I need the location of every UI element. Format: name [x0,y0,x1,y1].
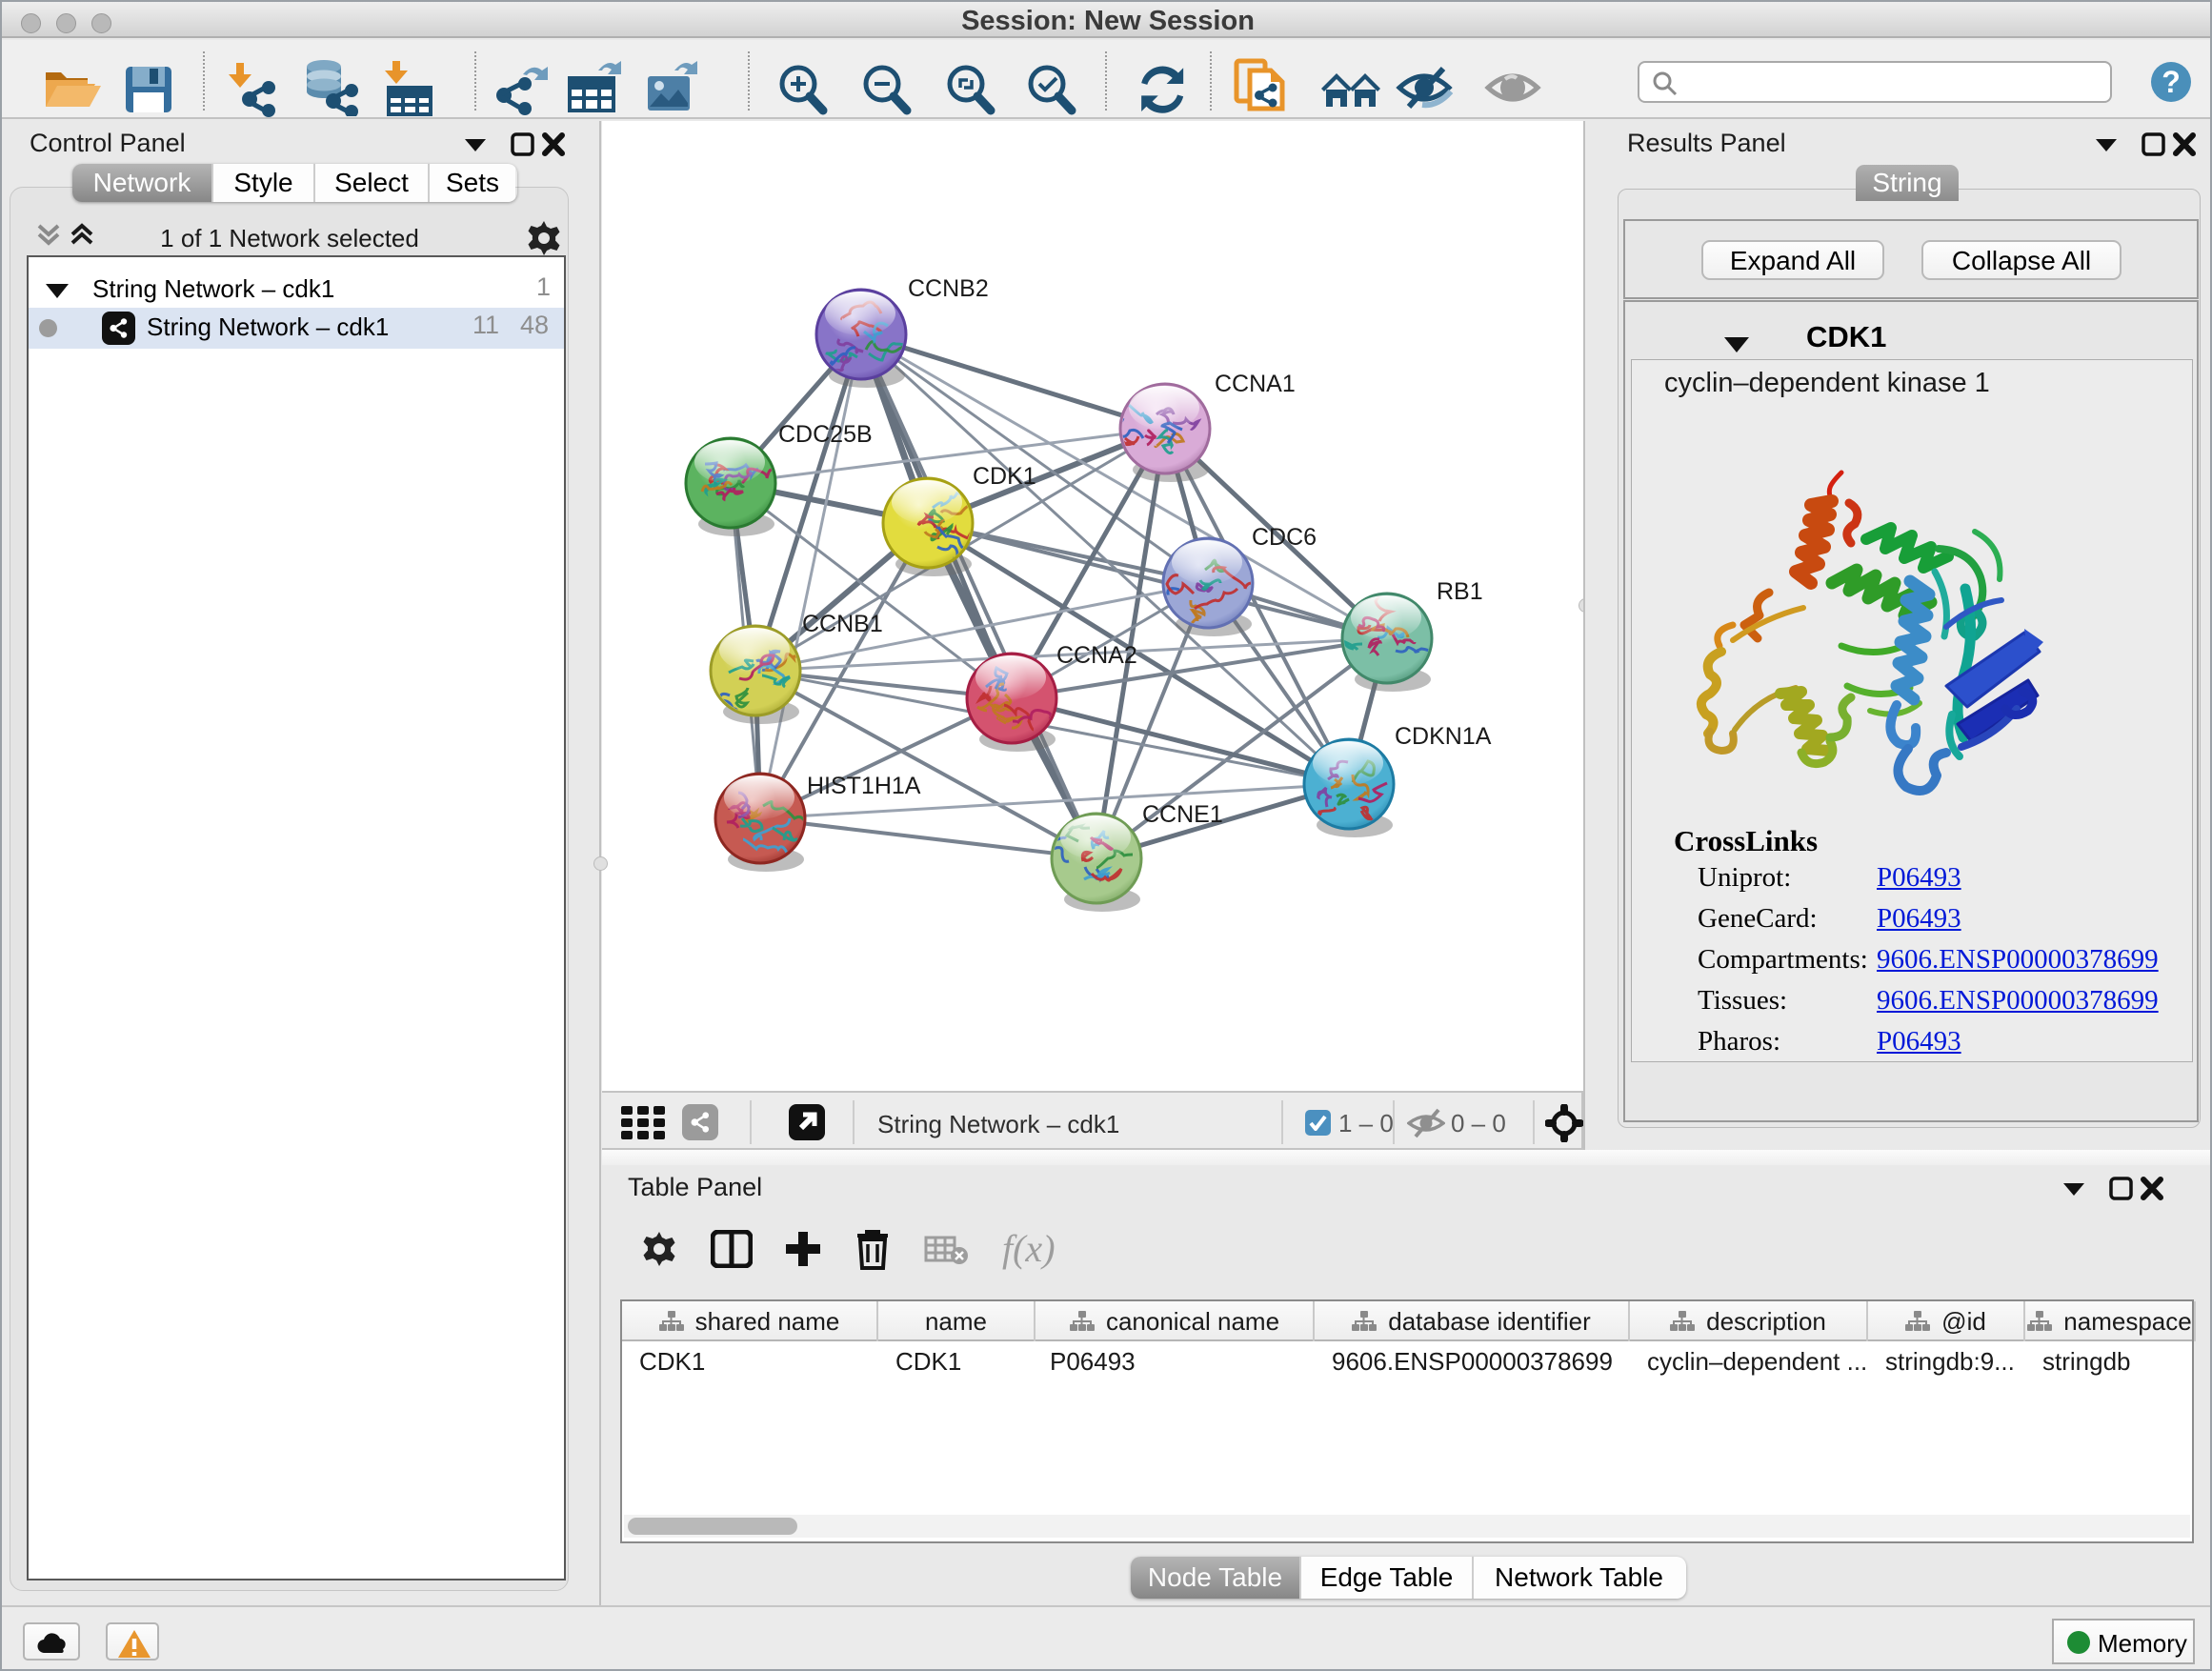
svg-text:RB1: RB1 [1437,578,1483,605]
svg-text:CCNA2: CCNA2 [1056,642,1137,669]
svg-text:CCNA1: CCNA1 [1215,371,1296,397]
svg-text:CCNE1: CCNE1 [1142,801,1223,828]
svg-text:CCNB1: CCNB1 [802,611,883,637]
svg-text:CCNB2: CCNB2 [908,275,989,302]
svg-text:CDC25B: CDC25B [778,421,873,448]
svg-text:HIST1H1A: HIST1H1A [807,773,921,799]
svg-text:CDK1: CDK1 [973,463,1036,490]
svg-text:CDKN1A: CDKN1A [1395,723,1492,750]
svg-text:CDC6: CDC6 [1252,524,1317,551]
